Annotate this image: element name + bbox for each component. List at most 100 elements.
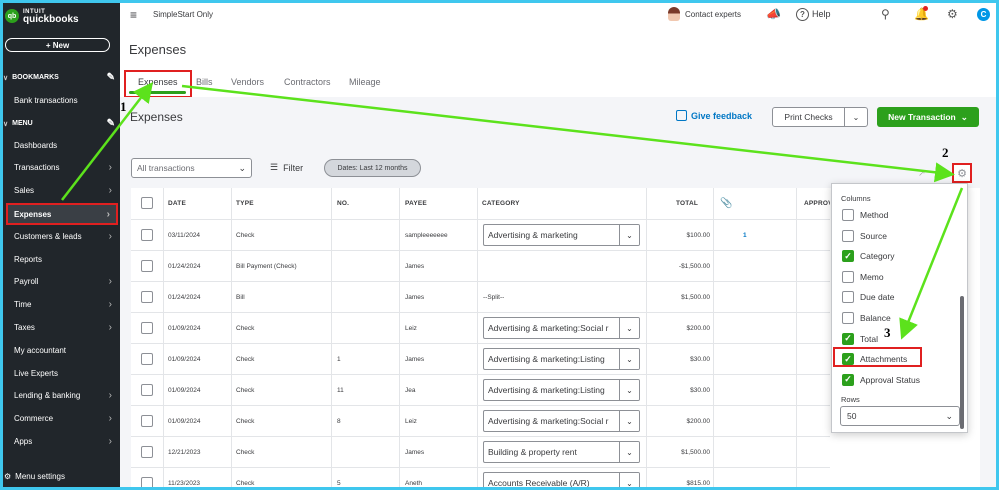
row-checkbox[interactable] [141,446,153,458]
column-option-due-date[interactable]: Due date [842,289,895,305]
category-select[interactable]: Advertising & marketing ⌄ [483,224,640,246]
user-avatar[interactable]: C [977,8,990,21]
contact-experts-link[interactable]: Contact experts [685,10,741,19]
print-checks-button[interactable]: Print Checks ⌄ [772,107,868,127]
column-option-label: Total [860,333,878,344]
column-option-source[interactable]: Source [842,228,887,244]
row-checkbox[interactable] [141,477,153,489]
table-row[interactable]: 01/24/2024 Bill Payment (Check) James -$1,5… [131,250,830,281]
checkbox[interactable]: ✓ [842,250,854,263]
checkbox[interactable] [842,270,854,283]
column-option-approval-status[interactable]: ✓ Approval Status [842,372,920,388]
column-header-category[interactable]: CATEGORY [482,188,520,219]
sidebar-item-my-accountant[interactable]: My accountant [8,341,118,359]
sidebar-item-bank-transactions[interactable]: Bank transactions [8,91,118,109]
table-row[interactable]: 03/11/2024 Check sampleeeeeee Advertising &… [131,219,830,250]
company-name[interactable]: SimpleStart Only [153,10,213,19]
help-link[interactable]: Help [812,9,831,19]
edit-menu-pencil-icon[interactable]: ✎ [107,118,115,129]
table-row[interactable]: 01/09/2024 Check 1 James Advertising & marke… [131,343,830,374]
edit-bookmarks-pencil-icon[interactable]: ✎ [107,72,115,83]
column-header-type[interactable]: TYPE [236,188,254,219]
tab-vendors[interactable]: Vendors [231,77,264,87]
checkbox[interactable] [842,209,854,221]
category-select[interactable]: Advertising & marketing:Social r ⌄ [483,317,640,339]
table-settings-gear-icon[interactable]: ⚙ [952,163,972,183]
column-header-date[interactable]: DATE [168,188,186,219]
sidebar-item-taxes[interactable]: Taxes › [8,318,118,336]
table-row[interactable]: 11/23/2023 Check 5 Aneth Accounts Receivable… [131,467,830,490]
checkbox[interactable]: ✓ [842,373,854,386]
export-icon[interactable]: ↗ [918,168,926,179]
category-select[interactable]: Building & property rent ⌄ [483,441,640,463]
column-header-total[interactable]: TOTAL [676,188,698,219]
row-attachments[interactable]: 1 [743,220,747,251]
sidebar-item-time[interactable]: Time › [8,296,118,314]
sidebar-item-expenses[interactable]: Expenses › [6,203,118,226]
chevron-down-icon[interactable]: ⌄ [845,108,867,126]
print-icon[interactable]: ⎙ [936,168,943,179]
dates-filter-pill[interactable]: Dates: Last 12 months [324,159,421,177]
tab-mileage[interactable]: Mileage [349,77,381,87]
qb-logo-icon: qb [5,9,19,23]
menu-settings-button[interactable]: ⚙ Menu settings [4,472,65,481]
row-checkbox[interactable] [141,322,153,334]
row-checkbox[interactable] [141,415,153,427]
sidebar-item-transactions[interactable]: Transactions › [8,159,118,177]
category-select[interactable]: Advertising & marketing:Listing ⌄ [483,348,640,370]
hamburger-menu-icon[interactable]: ≡ [130,8,137,22]
megaphone-icon[interactable]: 📣 [766,7,781,21]
column-option-total[interactable]: ✓ Total [842,331,878,347]
column-option-balance[interactable]: Balance [842,310,891,326]
tab-contractors[interactable]: Contractors [284,77,331,87]
column-option-memo[interactable]: Memo [842,269,884,285]
new-transaction-button[interactable]: New Transaction ⌄ [877,107,979,127]
table-row[interactable]: 01/24/2024 Bill James --Split-- $1,500.00 [131,281,830,312]
row-checkbox[interactable] [141,291,153,303]
row-checkbox[interactable] [141,353,153,365]
new-button[interactable]: + New [5,38,110,52]
bookmarks-header[interactable]: ∨ BOOKMARKS ✎ [3,72,115,83]
table-row[interactable]: 01/09/2024 Check 8 Leiz Advertising & market… [131,405,830,436]
sidebar-item-dashboards[interactable]: Dashboards [8,136,118,154]
column-header-approval[interactable]: APPROV [804,188,830,219]
menu-header[interactable]: ∨ MENU ✎ [3,118,115,129]
category-select[interactable]: Accounts Receivable (A/R) ⌄ [483,472,640,490]
row-checkbox[interactable] [141,384,153,396]
sidebar-item-live-experts[interactable]: Live Experts [8,364,118,382]
transaction-type-select[interactable]: All transactions ⌄ [131,158,252,178]
quickbooks-logo[interactable]: qb INTUIT quickbooks [5,8,79,25]
row-checkbox[interactable] [141,229,153,241]
checkbox[interactable] [842,291,854,304]
give-feedback-link[interactable]: Give feedback [676,110,752,121]
column-header-payee[interactable]: PAYEE [405,188,427,219]
table-row[interactable]: 01/09/2024 Check Leiz Advertising & marketi… [131,312,830,343]
search-icon[interactable]: ⚲ [881,7,890,21]
checkbox[interactable] [842,312,854,324]
sidebar-item-payroll[interactable]: Payroll › [8,273,118,291]
rows-per-page-select[interactable]: 50 ⌄ [840,406,960,426]
column-option-method[interactable]: Method [842,207,888,223]
sidebar-item-lending-banking[interactable]: Lending & banking › [8,387,118,405]
row-checkbox[interactable] [141,260,153,272]
category-select[interactable]: Advertising & marketing:Listing ⌄ [483,379,640,401]
column-header-no[interactable]: NO. [337,188,349,219]
category-select[interactable]: Advertising & marketing:Social r ⌄ [483,410,640,432]
table-row[interactable]: 01/09/2024 Check 11 Jea Advertising & market… [131,374,830,405]
column-option-category[interactable]: ✓ Category [842,248,895,264]
popover-scrollbar[interactable] [960,296,964,429]
checkbox[interactable] [842,229,854,242]
filter-label: Filter [283,162,304,173]
sidebar-item-sales[interactable]: Sales › [8,182,118,200]
table-row[interactable]: 12/21/2023 Check James Building & property … [131,436,830,467]
sidebar-item-customers-leads[interactable]: Customers & leads › [8,227,118,245]
select-all-checkbox[interactable] [141,197,153,209]
sidebar-item-apps[interactable]: Apps › [8,432,118,450]
help-icon[interactable]: ? [796,8,809,21]
sidebar-item-reports[interactable]: Reports [8,250,118,268]
tab-bills[interactable]: Bills [196,77,213,87]
settings-gear-icon[interactable]: ⚙ [947,7,958,21]
checkbox[interactable]: ✓ [842,332,854,345]
sidebar-item-commerce[interactable]: Commerce › [8,410,118,428]
filter-button[interactable]: ☰ Filter [270,162,303,173]
